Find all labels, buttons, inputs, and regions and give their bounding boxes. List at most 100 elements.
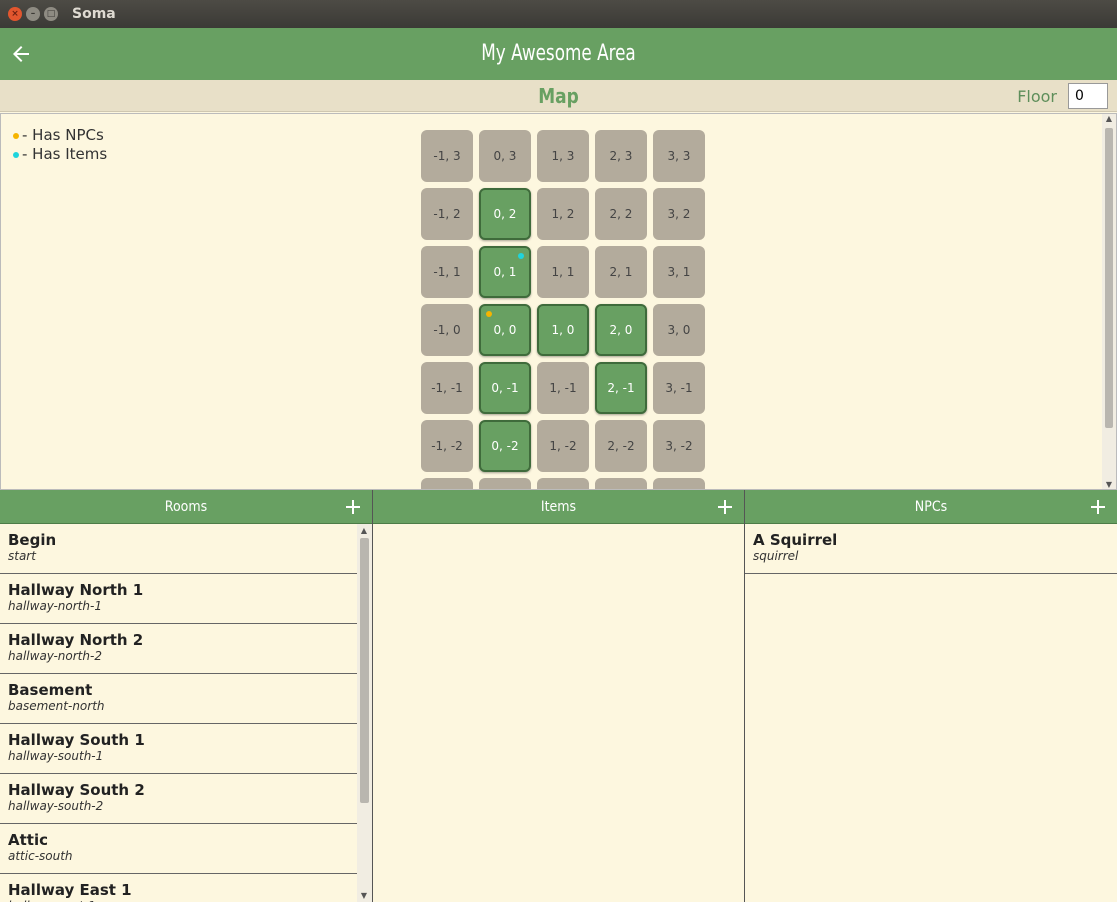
list-item[interactable]: Hallway North 1 hallway-north-1 [0, 574, 358, 624]
map-cell-label: 0, -2 [491, 439, 519, 453]
rooms-panel-title: Rooms [164, 499, 208, 515]
map-cell[interactable] [653, 478, 705, 489]
map-cell[interactable]: 2, 0 [595, 304, 647, 356]
floor-label: Floor [1017, 87, 1057, 106]
map-cell-label: 3, -1 [665, 381, 693, 395]
map-cell-label: 2, 3 [609, 149, 633, 163]
map-cell[interactable] [595, 478, 647, 489]
scroll-down-icon[interactable]: ▼ [1102, 480, 1116, 489]
map-cell[interactable]: -1, -1 [421, 362, 473, 414]
map-cell[interactable]: 1, 0 [537, 304, 589, 356]
list-item-id: attic-south [8, 849, 73, 863]
list-item-name: A Squirrel [753, 531, 838, 549]
items-panel-title: Items [540, 499, 577, 515]
list-item[interactable]: Hallway South 2 hallway-south-2 [0, 774, 358, 824]
map-cell-label: 1, -2 [549, 439, 577, 453]
back-arrow-icon[interactable] [9, 42, 33, 66]
map-cell[interactable]: -1, 1 [421, 246, 473, 298]
list-item-name: Hallway South 1 [8, 731, 145, 749]
map-cell[interactable]: 1, 1 [537, 246, 589, 298]
list-item[interactable]: Attic attic-south [0, 824, 358, 874]
map-cell-label: 2, 1 [609, 265, 633, 279]
npcs-panel-header: NPCs [745, 490, 1117, 524]
items-panel-header: Items [373, 490, 744, 524]
list-item-name: Hallway South 2 [8, 781, 145, 799]
window-close-icon[interactable]: × [8, 7, 22, 21]
map-cell-label: 2, -2 [607, 439, 635, 453]
map-area: - Has NPCs - Has Items -1, 3 0, 3 1, 3 2, 3… [0, 113, 1117, 490]
rooms-scrollbar[interactable]: ▲ ▼ [357, 524, 372, 902]
add-item-plus-icon[interactable] [717, 499, 733, 515]
list-item[interactable]: A Squirrel squirrel [745, 524, 1117, 574]
list-item-id: squirrel [753, 549, 799, 563]
map-cell[interactable] [479, 478, 531, 489]
list-item[interactable]: Basement basement-north [0, 674, 358, 724]
map-cell-label: -1, 2 [433, 207, 461, 221]
map-scrollbar[interactable]: ▲ ▼ [1102, 114, 1116, 489]
map-cell[interactable]: 0, -1 [479, 362, 531, 414]
map-cell-label: 3, -2 [665, 439, 693, 453]
map-cell[interactable]: 3, 1 [653, 246, 705, 298]
legend-npcs: - Has NPCs [11, 126, 107, 145]
window-title: Soma [72, 6, 116, 22]
map-cell[interactable]: 2, 2 [595, 188, 647, 240]
map-cell[interactable]: -1, -2 [421, 420, 473, 472]
legend-items-label: - Has Items [22, 145, 108, 163]
window-titlebar: × – □ Soma [0, 0, 1117, 28]
map-cell[interactable]: 2, 1 [595, 246, 647, 298]
map-cell[interactable]: 0, 1 [479, 246, 531, 298]
window-minimize-icon[interactable]: – [26, 7, 40, 21]
map-cell[interactable]: 1, 3 [537, 130, 589, 182]
app-header: My Awesome Area [0, 28, 1117, 80]
map-cell-label: 3, 0 [667, 323, 691, 337]
scroll-down-icon[interactable]: ▼ [357, 891, 371, 900]
map-cell-label: 1, 3 [551, 149, 575, 163]
map-cell[interactable]: 3, 3 [653, 130, 705, 182]
map-cell[interactable]: 3, -1 [653, 362, 705, 414]
scroll-up-icon[interactable]: ▲ [1102, 114, 1116, 123]
map-header: Map Floor [0, 80, 1117, 112]
map-cell[interactable]: -1, 3 [421, 130, 473, 182]
scroll-up-icon[interactable]: ▲ [357, 526, 371, 535]
map-cell[interactable]: 3, -2 [653, 420, 705, 472]
window-maximize-icon[interactable]: □ [44, 7, 58, 21]
map-cell-label: 2, -1 [607, 381, 635, 395]
items-panel: Items [373, 490, 745, 902]
list-item[interactable]: Begin start [0, 524, 358, 574]
scrollbar-thumb[interactable] [360, 538, 369, 803]
floor-input[interactable] [1068, 83, 1108, 109]
map-cell[interactable]: 0, 0 [479, 304, 531, 356]
scrollbar-thumb[interactable] [1105, 128, 1113, 428]
list-item-id: hallway-south-1 [8, 749, 104, 763]
map-cell[interactable]: 0, 3 [479, 130, 531, 182]
map-cell-label: 0, 0 [493, 323, 517, 337]
add-room-plus-icon[interactable] [345, 499, 361, 515]
map-cell-label: 1, 2 [551, 207, 575, 221]
map-cell[interactable]: 1, -2 [537, 420, 589, 472]
map-cell-label: 0, 2 [493, 207, 517, 221]
list-item[interactable]: Hallway East 1hallway-east-1 [0, 874, 358, 902]
map-cell[interactable]: 2, 3 [595, 130, 647, 182]
list-item-name: Hallway East 1 [8, 881, 132, 899]
bottom-panels: Rooms Begin start Hallway North 1 hallway-n… [0, 490, 1117, 902]
list-item[interactable]: Hallway North 2 hallway-north-2 [0, 624, 358, 674]
map-cell[interactable] [421, 478, 473, 489]
npc-dot-icon [486, 311, 492, 317]
map-cell[interactable]: 1, -1 [537, 362, 589, 414]
map-cell[interactable] [537, 478, 589, 489]
map-cell[interactable]: -1, 2 [421, 188, 473, 240]
rooms-panel: Rooms Begin start Hallway North 1 hallway-n… [0, 490, 373, 902]
map-cell[interactable]: 0, 2 [479, 188, 531, 240]
map-cell[interactable]: 0, -2 [479, 420, 531, 472]
add-npc-plus-icon[interactable] [1090, 499, 1106, 515]
map-cell[interactable]: 3, 2 [653, 188, 705, 240]
map-cell[interactable]: 2, -2 [595, 420, 647, 472]
item-dot-icon [518, 253, 524, 259]
rooms-panel-header: Rooms [0, 490, 372, 524]
map-cell[interactable]: 2, -1 [595, 362, 647, 414]
map-cell[interactable]: 1, 2 [537, 188, 589, 240]
list-item[interactable]: Hallway South 1 hallway-south-1 [0, 724, 358, 774]
map-cell[interactable]: 3, 0 [653, 304, 705, 356]
map-cell[interactable]: -1, 0 [421, 304, 473, 356]
npc-dot-icon [13, 132, 19, 139]
